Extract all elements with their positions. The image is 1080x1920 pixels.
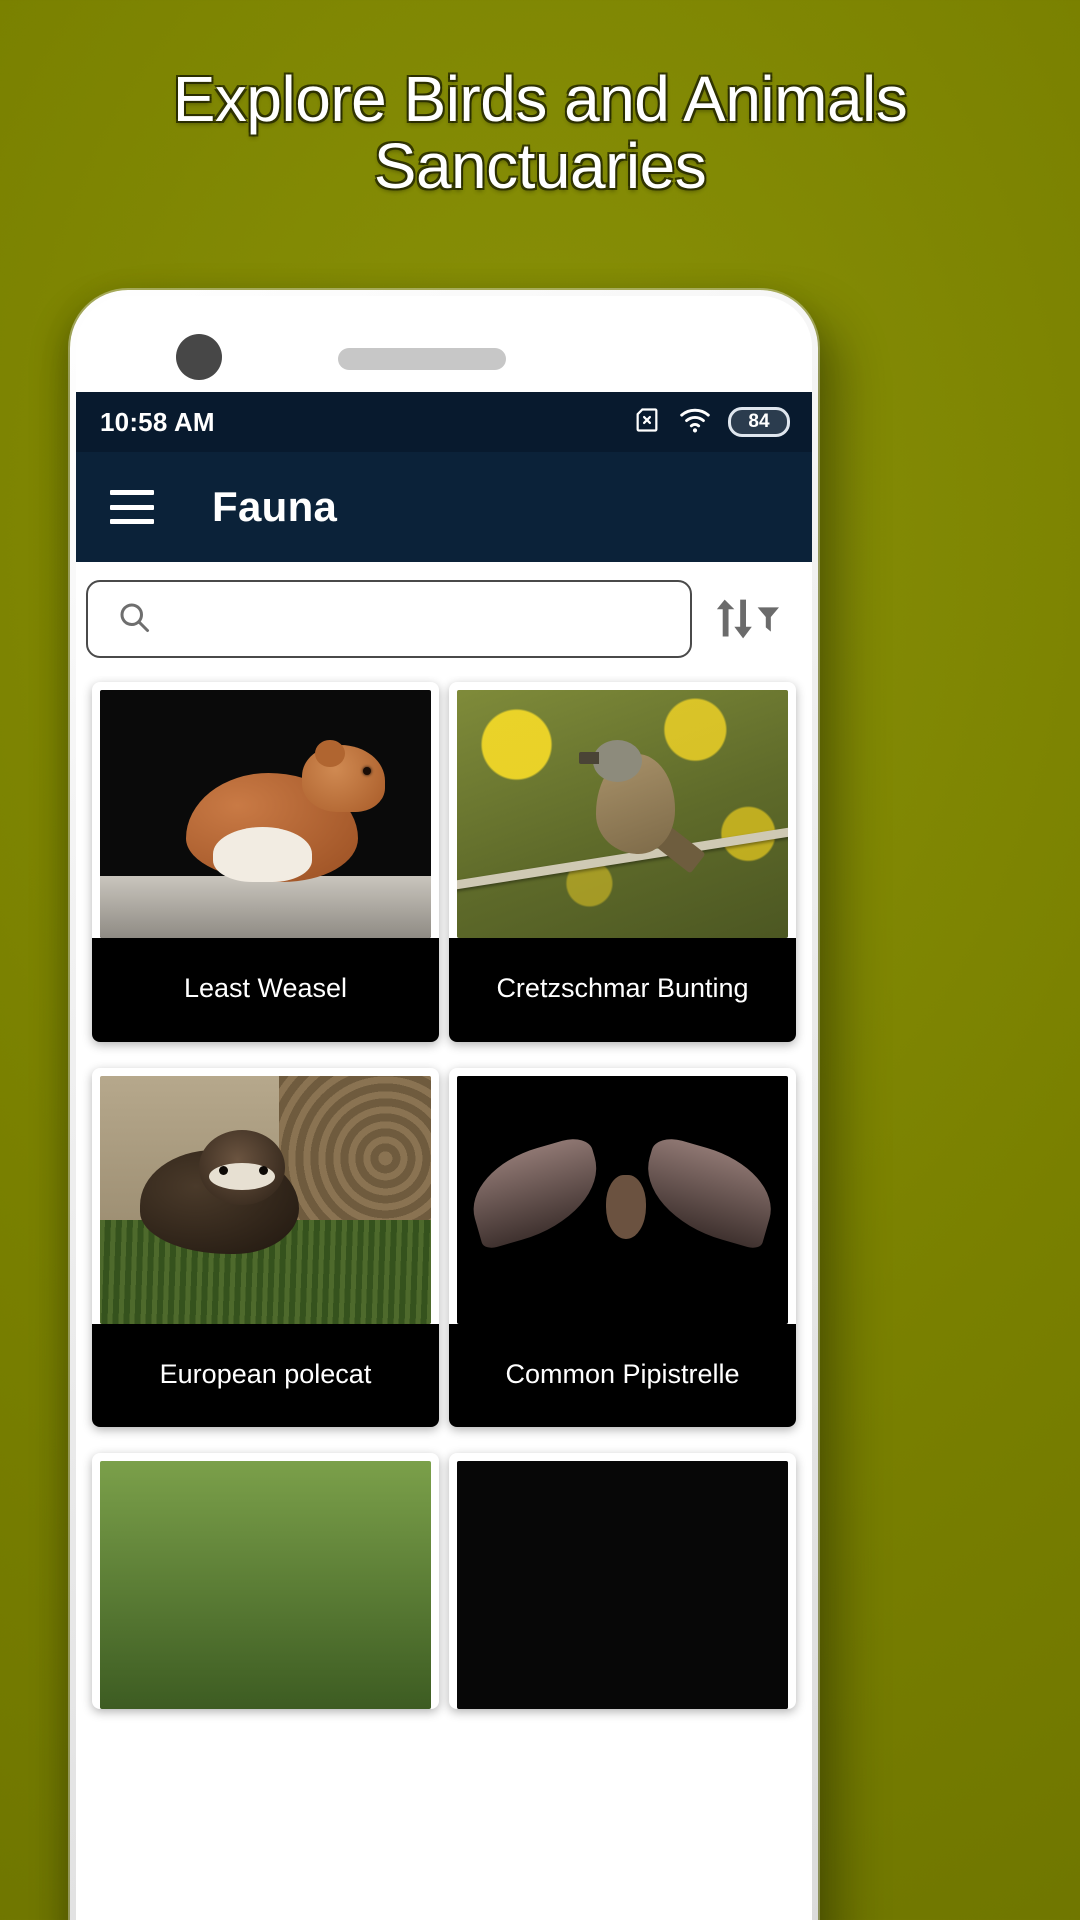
search-row [76, 562, 812, 676]
fauna-card-label: Cretzschmar Bunting [449, 938, 796, 1042]
card-grid-rows: Least Weasel Cretzschmar Bunting Europea… [84, 676, 804, 1710]
fauna-card-label: Common Pipistrelle [449, 1323, 796, 1428]
fauna-photo-least-weasel [100, 690, 431, 938]
fauna-card[interactable]: Least Weasel [92, 682, 439, 1042]
phone-bezel-top [76, 296, 812, 392]
front-camera-icon [176, 334, 222, 380]
fauna-photo-next-row-left [100, 1461, 431, 1710]
page-title: Fauna [212, 483, 338, 530]
fauna-card[interactable] [92, 1453, 439, 1710]
search-box[interactable] [86, 580, 692, 658]
sort-filter-icon[interactable] [698, 580, 794, 658]
fauna-photo-european-polecat [100, 1075, 431, 1324]
status-time: 10:58 AM [100, 406, 215, 437]
phone-mockup: 10:58 AM 84 Fauna Least Weasel Cretzschm… [70, 290, 818, 1920]
app-bar: Fauna [76, 452, 812, 562]
no-sim-icon [632, 406, 662, 439]
hamburger-menu-icon[interactable] [110, 490, 154, 524]
phone-screen: 10:58 AM 84 Fauna Least Weasel Cretzschm… [76, 296, 812, 1920]
fauna-photo-next-row-right [457, 1461, 788, 1710]
fauna-card[interactable] [449, 1453, 796, 1710]
fauna-photo-cretzschmar-bunting [457, 690, 788, 938]
fauna-card-label: Least Weasel [92, 938, 439, 1042]
search-input[interactable] [166, 603, 662, 635]
battery-icon: 84 [728, 407, 790, 437]
status-icons: 84 [632, 406, 790, 439]
fauna-photo-common-pipistrelle [457, 1075, 788, 1324]
fauna-card-grid[interactable]: Least Weasel Cretzschmar Bunting Europea… [76, 676, 812, 1920]
fauna-card[interactable]: Common Pipistrelle [449, 1067, 796, 1428]
wifi-icon [678, 406, 712, 439]
promo-headline: Explore Birds and Animals Sanctuaries [172, 63, 908, 202]
fauna-card[interactable]: Cretzschmar Bunting [449, 682, 796, 1042]
status-bar: 10:58 AM 84 [76, 392, 812, 452]
earpiece-speaker [338, 348, 506, 370]
fauna-card-label: European polecat [92, 1323, 439, 1428]
fauna-card[interactable]: European polecat [92, 1067, 439, 1428]
search-icon [116, 599, 152, 640]
